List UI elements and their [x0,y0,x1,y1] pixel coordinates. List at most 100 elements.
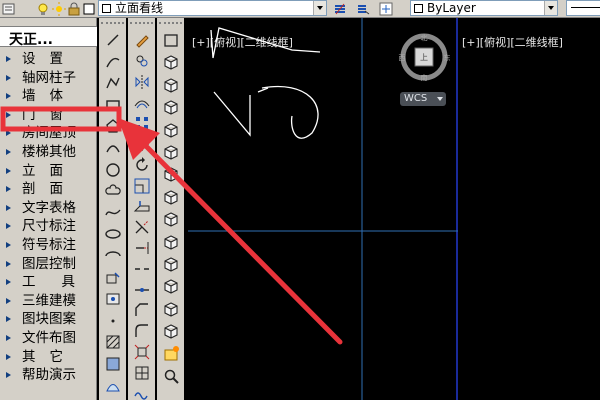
menu-item-label: 帮助演示 [22,367,76,384]
make-block-icon[interactable] [103,289,123,309]
break-icon[interactable] [132,259,152,279]
point-icon[interactable] [103,311,123,331]
extend-icon[interactable] [132,238,152,258]
menu-item-label: 文件布图 [22,329,76,346]
sun-icon[interactable] [52,1,66,16]
toolbar-grip[interactable] [159,22,182,27]
menu-item[interactable]: 楼梯其他 [0,143,97,162]
arc-3pt-icon[interactable] [103,138,123,158]
menu-item[interactable]: 图层控制 [0,255,97,274]
color-dropdown[interactable]: ByLayer [410,0,558,16]
layer-state-icon[interactable] [2,1,16,15]
viewport-right-label[interactable]: [+][俯视][二维线框] [462,34,563,50]
move-icon[interactable] [132,134,152,154]
toolbar-grip[interactable] [130,22,153,27]
cube-icon[interactable] [161,120,181,140]
viewport-right[interactable]: [+][俯视][二维线框] [460,18,600,400]
make-current-layer-icon[interactable] [333,1,347,15]
lock-icon[interactable] [67,1,81,16]
menu-item[interactable]: 其它 [0,348,97,367]
cloud-icon[interactable] [103,181,123,201]
cube-icon[interactable] [161,164,181,184]
menu-item[interactable]: 立面 [0,162,97,181]
cube-icon[interactable] [161,187,181,207]
cube-icon[interactable] [161,299,181,319]
menu-item[interactable]: 墙体 [0,87,97,106]
toolbar-grip[interactable] [101,22,124,27]
cube-icon[interactable] [161,209,181,229]
mirror-icon[interactable] [132,72,152,92]
explode-icon[interactable] [132,342,152,362]
trim-icon[interactable] [132,217,152,237]
fillet-icon[interactable] [132,321,152,341]
layer-color-icon[interactable] [82,1,96,15]
cube-icon[interactable] [161,97,181,117]
viewport-left[interactable]: [+][俯视][二维线框] WCS [188,18,458,400]
circle-icon[interactable] [103,160,123,180]
menu-item-label: 设置 [22,51,77,67]
menu-item-label: 楼梯其他 [22,143,76,160]
triangle-right-icon [6,186,11,193]
polyline-icon[interactable] [103,73,123,93]
scale-icon[interactable] [132,176,152,196]
draw-toolbar [99,18,126,400]
menu-item[interactable]: 轴网柱子 [0,69,97,88]
cube-icon[interactable] [161,321,181,341]
menu-item[interactable]: 房间屋顶 [0,124,97,143]
menu-item[interactable]: 帮助演示 [0,366,97,385]
array-icon[interactable] [132,113,152,133]
region-icon[interactable] [103,376,123,396]
ellipse-icon[interactable] [103,224,123,244]
grid-icon[interactable] [132,363,152,383]
cube-icon[interactable] [161,232,181,252]
insert-block-icon[interactable] [103,268,123,288]
cube-icon[interactable] [161,142,181,162]
chamfer-icon[interactable] [132,300,152,320]
wave-icon[interactable] [132,384,152,400]
cube-icon[interactable] [161,276,181,296]
hatch-icon[interactable] [103,332,123,352]
cube-icon[interactable] [161,254,181,274]
viewport-left-label[interactable]: [+][俯视][二维线框] [192,34,293,50]
menu-item[interactable]: 三维建模 [0,292,97,311]
triangle-right-icon [6,74,11,81]
menu-title-bar[interactable]: 天正... [0,26,97,48]
polygon-icon[interactable] [103,116,123,136]
gradient-icon[interactable] [103,354,123,374]
line-icon[interactable] [103,30,123,50]
menu-item-label: 图层控制 [22,255,76,272]
cube-icon[interactable] [161,75,181,95]
layer-color-swatch [102,4,111,13]
arc-icon[interactable] [103,52,123,72]
menu-item[interactable]: 图块图案 [0,310,97,329]
layer-dropdown[interactable]: 立面看线 [98,0,327,16]
box-icon[interactable] [161,30,181,50]
menu-item[interactable]: 设置 [0,50,97,69]
rectangle-icon[interactable] [103,95,123,115]
linetype-dropdown[interactable] [566,0,600,16]
chevron-down-icon[interactable] [544,1,557,15]
menu-item[interactable]: 工具 [0,273,97,292]
menu-item[interactable]: 门窗 [0,106,97,125]
menu-item[interactable]: 符号标注 [0,236,97,255]
ellipse-arc-icon[interactable] [103,246,123,266]
menu-item[interactable]: 尺寸标注 [0,217,97,236]
join-icon[interactable] [132,280,152,300]
wcs-menu[interactable]: WCS [400,92,446,106]
menu-item[interactable]: 剖面 [0,180,97,199]
pencil-icon[interactable] [132,30,152,50]
offset-icon[interactable] [132,92,152,112]
menu-item[interactable]: 文件布图 [0,329,97,348]
copy-icon[interactable] [132,51,152,71]
rotate-icon[interactable] [132,155,152,175]
stretch-icon[interactable] [132,196,152,216]
spline-icon[interactable] [103,203,123,223]
chevron-down-icon[interactable] [313,1,326,15]
zoom-icon[interactable] [161,366,181,386]
render-icon[interactable] [161,344,181,364]
layer-previous-icon[interactable] [356,1,370,15]
cube-icon[interactable] [161,52,181,72]
layer-isolate-icon[interactable] [379,1,393,16]
menu-item[interactable]: 文字表格 [0,199,97,218]
lightbulb-icon[interactable] [36,1,50,15]
